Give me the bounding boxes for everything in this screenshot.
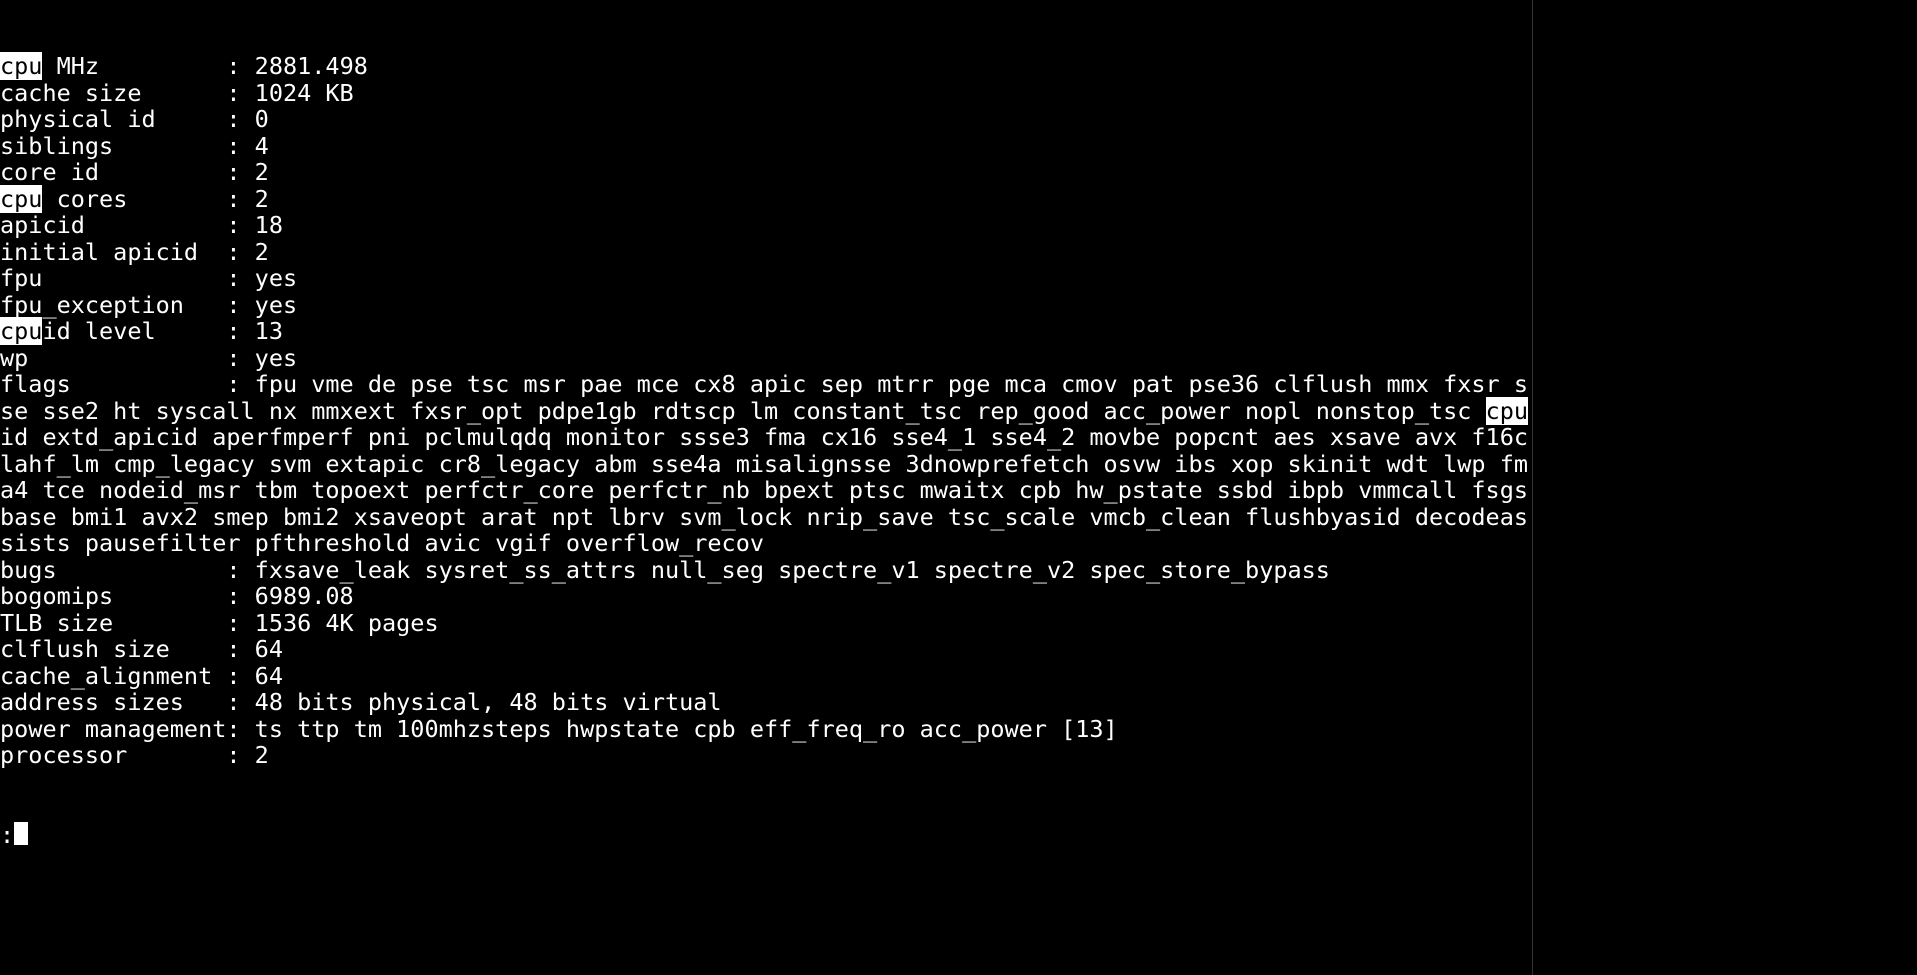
terminal-line: physical id : 0 xyxy=(0,106,1532,133)
terminal-line: bogomips : 6989.08 xyxy=(0,583,1532,610)
terminal-line: fpu_exception : yes xyxy=(0,292,1532,319)
pager-prompt-line[interactable]: : xyxy=(0,822,1532,849)
terminal-line: apicid : 18 xyxy=(0,212,1532,239)
terminal-line: processor : 2 xyxy=(0,742,1532,769)
terminal-line: core id : 2 xyxy=(0,159,1532,186)
terminal-line: bugs : fxsave_leak sysret_ss_attrs null_… xyxy=(0,557,1532,584)
terminal-line: siblings : 4 xyxy=(0,133,1532,160)
terminal-line: initial apicid : 2 xyxy=(0,239,1532,266)
terminal-content: cpu MHz : 2881.498cache size : 1024 KBph… xyxy=(0,53,1532,769)
terminal-line: cpu cores : 2 xyxy=(0,186,1532,213)
terminal-line: power management: ts ttp tm 100mhzsteps … xyxy=(0,716,1532,743)
terminal-line: wp : yes xyxy=(0,345,1532,372)
terminal-line: clflush size : 64 xyxy=(0,636,1532,663)
terminal-line: address sizes : 48 bits physical, 48 bit… xyxy=(0,689,1532,716)
terminal-line: cache size : 1024 KB xyxy=(0,80,1532,107)
terminal-line-flags: flags : fpu vme de pse tsc msr pae mce c… xyxy=(0,371,1532,557)
terminal-line: TLB size : 1536 4K pages xyxy=(0,610,1532,637)
pager-prompt-colon: : xyxy=(0,822,14,849)
terminal-line: cpu MHz : 2881.498 xyxy=(0,53,1532,80)
terminal-line: cache_alignment : 64 xyxy=(0,663,1532,690)
terminal-line: fpu : yes xyxy=(0,265,1532,292)
terminal-viewport[interactable]: cpu MHz : 2881.498cache size : 1024 KBph… xyxy=(0,0,1533,975)
cursor xyxy=(14,822,28,846)
terminal-line: cpuid level : 13 xyxy=(0,318,1532,345)
